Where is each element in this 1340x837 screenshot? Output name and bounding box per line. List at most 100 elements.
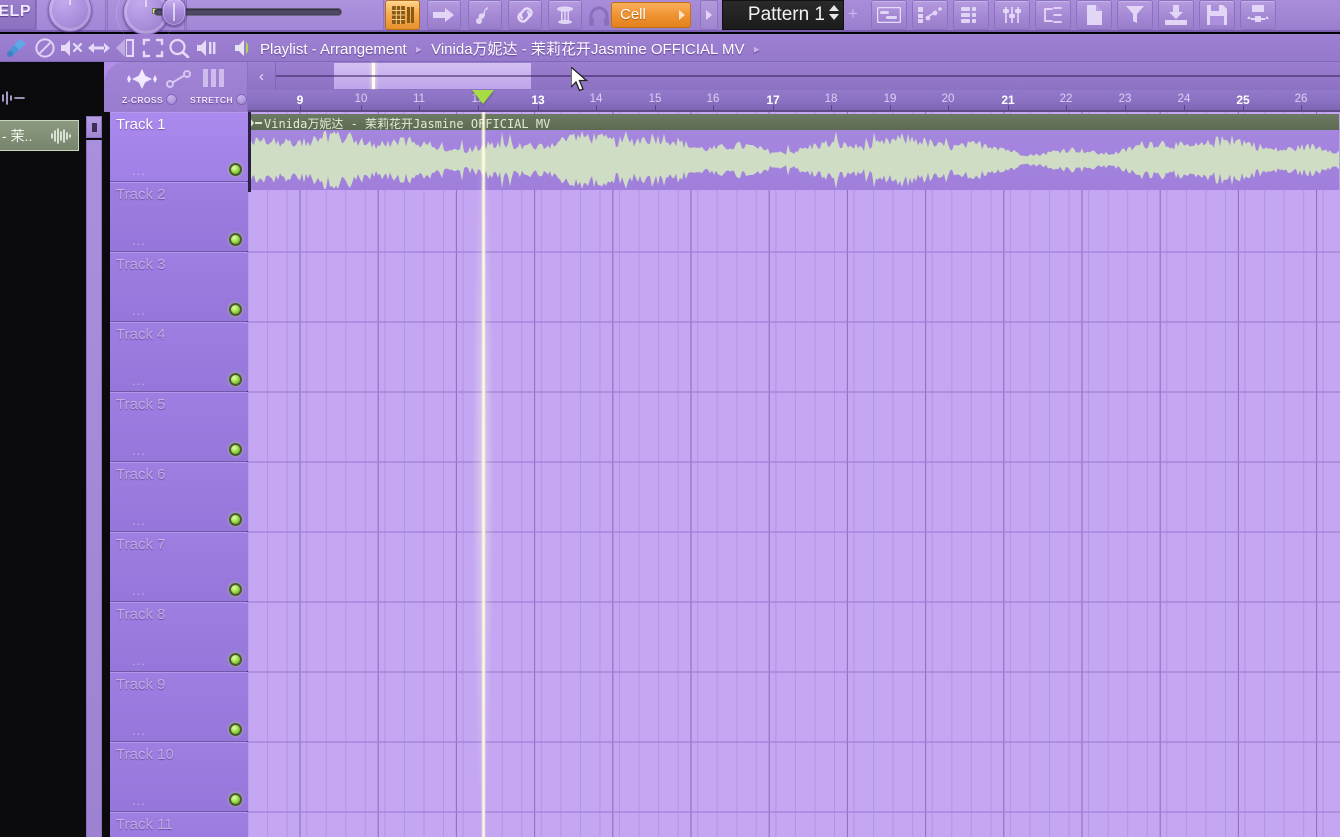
track-options-dots[interactable]: ... [132, 164, 146, 177]
step-sequencer-toggle[interactable] [385, 0, 420, 30]
breadcrumb-item[interactable]: Vinida万妮达 - 茉莉花开Jasmine OFFICIAL MV [431, 41, 744, 58]
track-header[interactable]: Track 2... [110, 182, 248, 252]
piano-roll-icon [918, 7, 942, 23]
add-pattern-button[interactable]: + [848, 4, 858, 24]
open-button[interactable] [1158, 0, 1194, 30]
breadcrumb: Playlist - Arrangement ▸ Vinida万妮达 - 茉莉花… [260, 38, 765, 59]
track-name-label: Track 10 [116, 746, 174, 763]
track-options-dots[interactable]: ... [132, 304, 146, 317]
track-enable-led[interactable] [229, 233, 242, 246]
new-document-icon [1087, 5, 1102, 25]
track-enable-led[interactable] [229, 723, 242, 736]
pattern-selector[interactable]: Pattern 1 [722, 0, 844, 30]
paint-brush-icon[interactable] [6, 38, 28, 63]
track-enable-led[interactable] [229, 583, 242, 596]
metronome-button[interactable] [548, 0, 582, 30]
new-file-button[interactable] [1076, 0, 1112, 30]
track-enable-led[interactable] [229, 513, 242, 526]
track-header[interactable]: Track 9... [110, 672, 248, 742]
track-options-dots[interactable]: ... [132, 234, 146, 247]
mute-speaker-icon[interactable] [60, 38, 84, 63]
panel-handle-icon[interactable] [86, 116, 102, 138]
ruler-bar-11: 11 [413, 93, 425, 105]
ruler-tick [948, 105, 949, 110]
z-cross-toggle[interactable]: Z-CROSS [122, 94, 178, 105]
help-button[interactable]: ELP [0, 0, 36, 30]
resize-horizontal-icon[interactable] [88, 38, 110, 63]
track-enable-led[interactable] [229, 163, 242, 176]
save-button[interactable] [1199, 0, 1235, 30]
track-header[interactable]: Track 6... [110, 462, 248, 532]
ruler-tick [1301, 105, 1302, 110]
track-options-dots[interactable]: ... [132, 724, 146, 737]
track-header[interactable]: Track 3... [110, 252, 248, 322]
track-options-dots[interactable]: ... [132, 444, 146, 457]
browser-clip-item[interactable]: - 茉.. [0, 120, 79, 151]
track-header[interactable]: Track 5... [110, 392, 248, 462]
tempo-slider-handle[interactable] [162, 0, 186, 26]
track-options-dots[interactable]: ... [132, 584, 146, 597]
browser-button[interactable] [1035, 0, 1071, 30]
piano-roll-button[interactable] [912, 0, 948, 30]
link-button[interactable] [508, 0, 542, 30]
no-entry-icon[interactable] [35, 38, 55, 63]
master-pitch-knob[interactable] [48, 0, 92, 32]
waveform-draw-icon[interactable] [126, 69, 158, 94]
master-knob-panel [36, 0, 106, 32]
playback-speaker-icon[interactable] [196, 38, 218, 63]
track-options-dots[interactable]: ... [132, 654, 146, 667]
chevron-left-icon[interactable]: ‹ [248, 62, 276, 90]
timeline-ruler[interactable]: 9 10 11 12 13 14 15 16 17 18 19 20 21 22 23 24 25 26 [248, 90, 1340, 112]
ruler-tick [1125, 105, 1126, 110]
audio-clip-header[interactable]: Vinida万妮达 - 茉莉花开Jasmine OFFICIAL MV [248, 114, 1339, 130]
browser-wave-marker-icon [0, 90, 28, 111]
zoom-magnifier-icon[interactable] [168, 38, 190, 63]
stretch-indicator[interactable] [235, 94, 247, 105]
audio-clip[interactable]: Vinida万妮达 - 茉莉花开Jasmine OFFICIAL MV [248, 114, 1340, 190]
dock-scroll-rail[interactable] [86, 140, 102, 837]
select-frame-icon[interactable] [142, 38, 164, 63]
track-enable-led[interactable] [229, 373, 242, 386]
spinner-up-down-icon[interactable] [829, 5, 839, 27]
ruler-bar-14: 14 [589, 93, 603, 105]
slice-columns-icon[interactable] [202, 69, 226, 92]
track-header[interactable]: Track 10... [110, 742, 248, 812]
pattern-prev-button[interactable] [700, 0, 718, 30]
track-enable-led[interactable] [229, 303, 242, 316]
ruler-tick [890, 105, 891, 110]
z-cross-indicator[interactable] [166, 94, 178, 105]
playlist-grid[interactable]: Vinida万妮达 - 茉莉花开Jasmine OFFICIAL MV [248, 112, 1340, 837]
track-enable-led[interactable] [229, 653, 242, 666]
track-options-dots[interactable]: ... [132, 374, 146, 387]
headphone-monitor[interactable] [588, 6, 610, 31]
song-mode-button[interactable] [427, 0, 461, 30]
playhead-triangle-icon[interactable] [472, 90, 494, 104]
scrollbar-thumb[interactable] [334, 63, 531, 89]
mixer-button[interactable] [994, 0, 1030, 30]
ruler-tick [419, 105, 420, 110]
track-header[interactable]: Track 8... [110, 602, 248, 672]
track-header[interactable]: Track 7... [110, 532, 248, 602]
automation-point-icon[interactable] [166, 69, 192, 94]
export-button[interactable] [1240, 0, 1276, 30]
breadcrumb-root[interactable]: Playlist - Arrangement [260, 41, 407, 58]
track-enable-led[interactable] [229, 443, 242, 456]
snap-note-button[interactable] [468, 0, 502, 30]
track-header[interactable]: Track 4... [110, 322, 248, 392]
breadcrumb-separator: ▸ [415, 42, 422, 56]
track-enable-led[interactable] [229, 793, 242, 806]
track-header[interactable]: Track 11... [110, 812, 248, 837]
hint-bar: Playlist - Arrangement ▸ Vinida万妮达 - 茉莉花… [0, 34, 1340, 62]
horizontal-scrollbar[interactable] [276, 62, 1340, 90]
playlist-window-button[interactable] [871, 0, 907, 30]
channel-rack-button[interactable] [953, 0, 989, 30]
track-options-dots[interactable]: ... [132, 794, 146, 807]
snap-mode-field[interactable]: Cell [611, 2, 691, 28]
slip-edit-icon[interactable] [114, 38, 136, 63]
track-header[interactable]: Track 1... [110, 112, 248, 182]
stretch-toggle[interactable]: STRETCH [190, 94, 247, 105]
filter-button[interactable] [1117, 0, 1153, 30]
fl-studio-window: ELP Cell Pattern 1 + Playlist - Arrangem… [0, 0, 1340, 837]
audio-clip-title: Vinida万妮达 - 茉莉花开Jasmine OFFICIAL MV [264, 117, 551, 130]
track-options-dots[interactable]: ... [132, 514, 146, 527]
